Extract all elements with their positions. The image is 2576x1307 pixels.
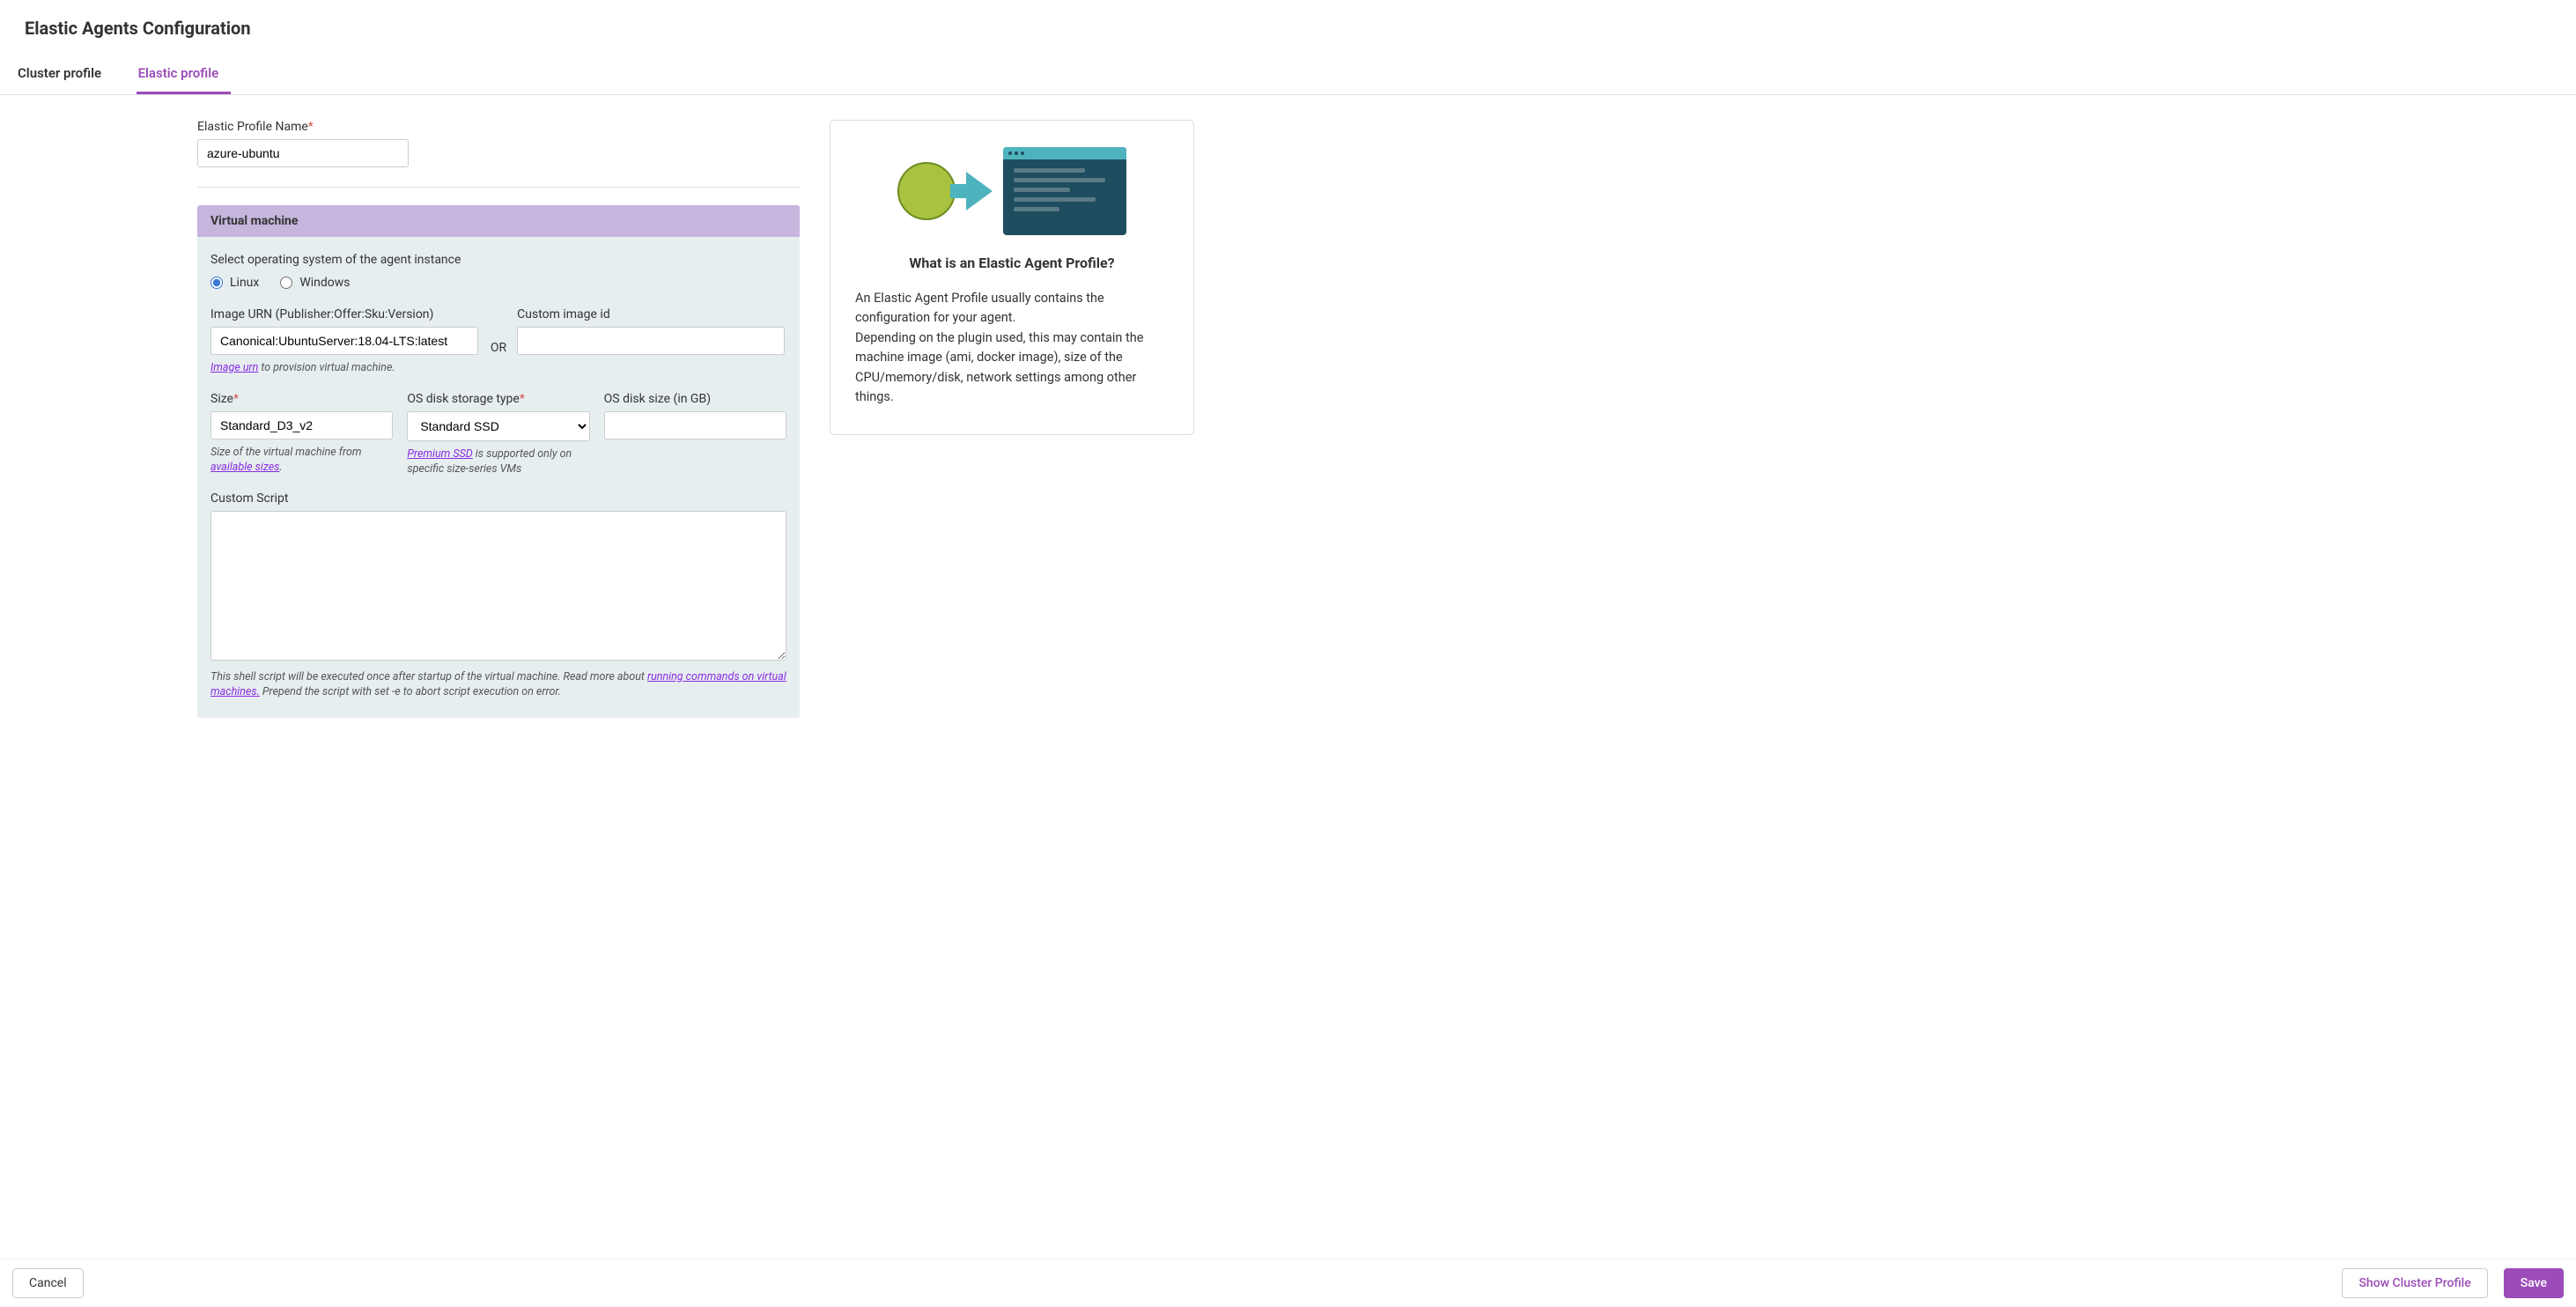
profile-name-label: Elastic Profile Name* bbox=[197, 120, 800, 134]
cancel-button[interactable]: Cancel bbox=[12, 1268, 84, 1298]
size-disk-row: Size* Size of the virtual machine from a… bbox=[210, 392, 786, 477]
info-panel: What is an Elastic Agent Profile? An Ela… bbox=[830, 120, 1194, 435]
os-radio-group: Linux Windows bbox=[210, 276, 786, 290]
agent-circle-icon bbox=[897, 162, 956, 220]
form-panel: Elastic Profile Name* Virtual machine Se… bbox=[197, 120, 800, 1252]
disk-size-label: OS disk size (in GB) bbox=[604, 392, 786, 406]
custom-script-help: This shell script will be executed once … bbox=[210, 669, 786, 700]
size-help-suffix: . bbox=[279, 461, 282, 474]
image-urn-help-link[interactable]: Image urn bbox=[210, 361, 258, 374]
os-linux-radio[interactable] bbox=[210, 277, 223, 289]
custom-script-textarea[interactable] bbox=[210, 511, 786, 661]
save-button[interactable]: Save bbox=[2504, 1268, 2564, 1298]
image-urn-label: Image URN (Publisher:Offer:Sku:Version) bbox=[210, 307, 480, 321]
page-title: Elastic Agents Configuration bbox=[25, 18, 2551, 39]
disk-size-col: OS disk size (in GB) bbox=[604, 392, 786, 477]
profile-name-group: Elastic Profile Name* bbox=[197, 120, 800, 167]
custom-image-label: Custom image id bbox=[517, 307, 786, 321]
size-label-text: Size bbox=[210, 392, 233, 406]
profile-name-input[interactable] bbox=[197, 139, 409, 167]
size-input[interactable] bbox=[210, 411, 393, 439]
size-help-prefix: Size of the virtual machine from bbox=[210, 446, 362, 459]
vm-section-header: Virtual machine bbox=[197, 205, 800, 237]
os-linux-option[interactable]: Linux bbox=[210, 276, 259, 290]
size-col: Size* Size of the virtual machine from a… bbox=[210, 392, 393, 477]
size-label: Size* bbox=[210, 392, 393, 406]
disk-type-select[interactable]: Standard SSD bbox=[407, 411, 589, 441]
size-help-link[interactable]: available sizes bbox=[210, 461, 279, 474]
custom-script-label: Custom Script bbox=[210, 491, 786, 506]
vm-section: Virtual machine Select operating system … bbox=[197, 205, 800, 718]
disk-type-help: Premium SSD is supported only on specifi… bbox=[407, 447, 589, 477]
required-asterisk: * bbox=[308, 120, 314, 134]
info-para-1: An Elastic Agent Profile usually contain… bbox=[855, 289, 1169, 329]
image-urn-col: Image URN (Publisher:Offer:Sku:Version) … bbox=[210, 307, 480, 376]
separator bbox=[197, 187, 800, 188]
custom-image-input[interactable] bbox=[517, 327, 785, 355]
script-help-prefix: This shell script will be executed once … bbox=[210, 670, 647, 683]
tab-elastic-profile[interactable]: Elastic profile bbox=[137, 55, 232, 94]
vm-section-body: Select operating system of the agent ins… bbox=[197, 237, 800, 718]
disk-size-input[interactable] bbox=[604, 411, 786, 439]
os-windows-radio[interactable] bbox=[280, 277, 292, 289]
custom-script-group: Custom Script This shell script will be … bbox=[210, 491, 786, 700]
image-urn-input[interactable] bbox=[210, 327, 478, 355]
disk-type-label: OS disk storage type* bbox=[407, 392, 589, 406]
script-help-suffix: Prepend the script with set -e to abort … bbox=[260, 685, 561, 698]
os-linux-label: Linux bbox=[230, 276, 259, 290]
os-windows-label: Windows bbox=[299, 276, 350, 290]
custom-image-col: Custom image id bbox=[517, 307, 786, 355]
tabs-bar: Cluster profile Elastic profile bbox=[0, 55, 2576, 95]
tab-cluster-profile[interactable]: Cluster profile bbox=[16, 55, 114, 94]
footer-bar: Cancel Show Cluster Profile Save bbox=[0, 1259, 2576, 1307]
os-select-label: Select operating system of the agent ins… bbox=[210, 253, 786, 267]
info-illustration bbox=[855, 147, 1169, 235]
show-cluster-profile-button[interactable]: Show Cluster Profile bbox=[2342, 1268, 2487, 1298]
image-urn-help: Image urn to provision virtual machine. bbox=[210, 360, 480, 376]
os-windows-option[interactable]: Windows bbox=[280, 276, 350, 290]
info-para-2: Depending on the plugin used, this may c… bbox=[855, 329, 1169, 408]
info-title: What is an Elastic Agent Profile? bbox=[855, 255, 1169, 271]
disk-type-help-link[interactable]: Premium SSD bbox=[407, 447, 472, 461]
or-separator: OR bbox=[491, 329, 506, 355]
arrow-icon bbox=[966, 172, 993, 210]
size-help: Size of the virtual machine from availab… bbox=[210, 445, 393, 476]
required-asterisk: * bbox=[520, 392, 525, 406]
required-asterisk: * bbox=[233, 392, 239, 406]
profile-name-label-text: Elastic Profile Name bbox=[197, 120, 308, 134]
image-urn-help-text: to provision virtual machine. bbox=[258, 361, 395, 374]
disk-type-col: OS disk storage type* Standard SSD Premi… bbox=[407, 392, 589, 477]
content-area: Elastic Profile Name* Virtual machine Se… bbox=[0, 95, 2576, 1252]
image-row: Image URN (Publisher:Offer:Sku:Version) … bbox=[210, 307, 786, 376]
disk-type-label-text: OS disk storage type bbox=[407, 392, 520, 406]
terminal-window-icon bbox=[1003, 147, 1126, 235]
footer-right: Show Cluster Profile Save bbox=[2342, 1268, 2564, 1298]
page-header: Elastic Agents Configuration bbox=[0, 0, 2576, 55]
